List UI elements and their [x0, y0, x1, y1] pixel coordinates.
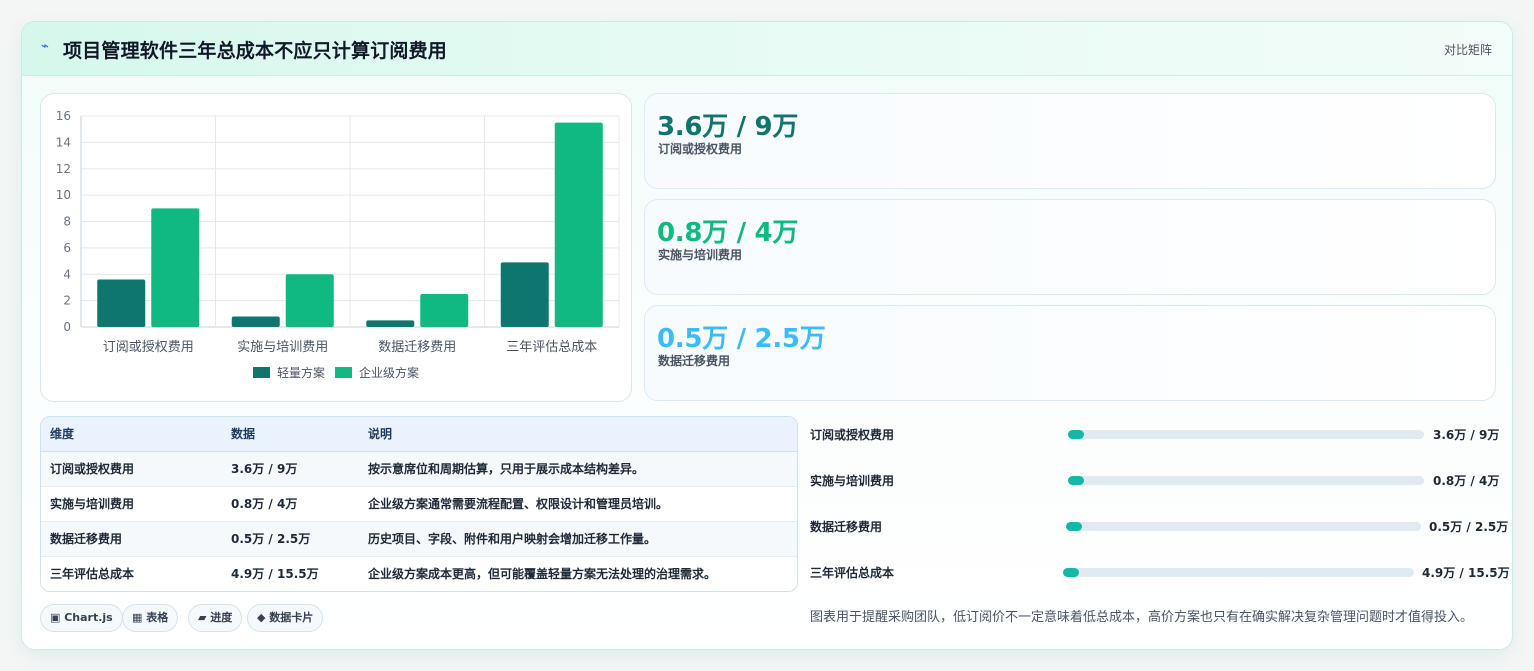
stat-card-subscription: 3.6万 / 9万 订阅或授权费用: [644, 93, 1496, 189]
stat-label: 数据迁移费用: [658, 354, 731, 368]
progress-value: 4.9万 / 15.5万: [1422, 566, 1510, 580]
table-cell: 实施与培训费用: [41, 485, 222, 521]
table-cell: 0.8万 / 4万: [222, 485, 359, 521]
page-title: 项目管理软件三年总成本不应只计算订阅费用: [63, 40, 448, 62]
column-header-description: 说明: [359, 417, 797, 452]
stat-label: 实施与培训费用: [658, 248, 743, 262]
bar-chart-panel: 0 2 4 6 8 10 12 14 16 订阅或授权费用 实施与培训费用 数据迁移费用 三年评估总成本…: [40, 93, 632, 402]
table-cell: 3.6万 / 9万: [231, 462, 298, 476]
table-row: 三年评估总成本 4.9万 / 15.5万 企业级方案成本更高，但可能覆盖轻量方案…: [41, 555, 797, 591]
progress-label: 实施与培训费用: [810, 474, 895, 488]
legend-swatch: [253, 367, 270, 378]
bar-chart: 0 2 4 6 8 10 12 14 16 订阅或授权费用 实施与培训费用 数据迁移费用 三年评估总成本…: [56, 109, 620, 380]
stat-label: 订阅或授权费用: [658, 142, 743, 156]
y-tick-label: 16: [56, 109, 71, 123]
legend-swatch: [335, 367, 352, 378]
chip-chartjs[interactable]: ▣ Chart.js: [40, 604, 123, 632]
stat-value: 0.8万 / 4万: [657, 218, 799, 248]
y-tick-label: 8: [63, 215, 71, 229]
progress-value: 0.8万 / 4万: [1433, 474, 1500, 488]
bar-light: [366, 320, 415, 327]
table-row: 实施与培训费用 0.8万 / 4万 企业级方案通常需要流程配置、权限设计和管理员…: [41, 485, 797, 521]
y-tick-label: 6: [63, 241, 71, 255]
bolt-icon: ⌁: [41, 39, 49, 54]
legend-label: 企业级方案: [359, 365, 419, 380]
stat-card-implementation: 0.8万 / 4万 实施与培训费用: [644, 199, 1496, 295]
progress-fill: [1068, 476, 1084, 485]
table-cell: 数据迁移费用: [41, 520, 222, 556]
chip-data-cards[interactable]: ◆ 数据卡片: [247, 604, 324, 632]
progress-fill: [1066, 522, 1082, 531]
comparison-matrix-link[interactable]: 对比矩阵: [1444, 41, 1492, 58]
y-tick-label: 2: [63, 294, 71, 308]
stat-card-migration: 0.5万 / 2.5万 数据迁移费用: [644, 305, 1496, 401]
bar-enterprise: [554, 122, 603, 327]
x-tick-label: 实施与培训费用: [237, 339, 328, 355]
progress-fill: [1068, 430, 1084, 439]
progress-track: [1063, 568, 1414, 577]
progress-label: 三年评估总成本: [810, 566, 895, 580]
progress-track: [1066, 522, 1421, 531]
table-cell: 4.9万 / 15.5万: [222, 555, 359, 591]
progress-value: 3.6万 / 9万: [1433, 428, 1500, 442]
main-card: ⌁ 项目管理软件三年总成本不应只计算订阅费用 对比矩阵 0 2 4 6 8 10 12 14 1…: [21, 21, 1513, 650]
table-cell: 历史项目、字段、附件和用户映射会增加迁移工作量。: [359, 520, 797, 556]
table-cell: 订阅或授权费用: [50, 462, 135, 476]
chip-progress[interactable]: ▰ 进度: [188, 604, 243, 632]
table-header-row: 维度 数据 说明: [41, 417, 797, 452]
x-tick-label: 三年评估总成本: [506, 340, 597, 355]
table-cell: 企业级方案成本更高，但可能覆盖轻量方案无法处理的治理需求。: [359, 555, 797, 591]
table-cell: 0.5万 / 2.5万: [222, 520, 359, 556]
chip-table[interactable]: ▦ 表格: [122, 604, 179, 632]
bar-light: [97, 279, 146, 327]
y-tick-label: 10: [56, 188, 71, 202]
bar-enterprise: [151, 208, 200, 327]
comparison-table: 维度 数据 说明 订阅或授权费用 3.6万 / 9万 按示意席位和周期估算，只用…: [40, 416, 798, 592]
table-row: 订阅或授权费用 3.6万 / 9万 按示意席位和周期估算，只用于展示成本结构差异…: [41, 451, 797, 486]
progress-row-total: 三年评估总成本 4.9万 / 15.5万: [810, 562, 1510, 582]
bar-light: [500, 262, 549, 327]
x-tick-label: 数据迁移费用: [378, 340, 456, 355]
x-tick-label: 订阅或授权费用: [103, 339, 194, 355]
y-tick-label: 12: [56, 162, 71, 176]
column-header-data: 数据: [222, 417, 359, 452]
table-row: 数据迁移费用 0.5万 / 2.5万 历史项目、字段、附件和用户映射会增加迁移工…: [41, 520, 797, 556]
legend-label: 轻量方案: [277, 365, 325, 380]
progress-row-implementation: 实施与培训费用 0.8万 / 4万: [810, 470, 1500, 490]
progress-fill: [1063, 568, 1079, 577]
stat-value: 3.6万 / 9万: [657, 112, 799, 142]
progress-row-migration: 数据迁移费用 0.5万 / 2.5万: [810, 516, 1508, 536]
y-tick-label: 0: [63, 320, 71, 334]
table-cell: 三年评估总成本: [41, 555, 222, 591]
footnote: 图表用于提醒采购团队，低订阅价不一定意味着低总成本，高价方案也只有在确实解决复杂…: [810, 610, 1474, 625]
bar-enterprise: [420, 294, 469, 327]
y-tick-label: 14: [56, 135, 71, 149]
y-tick-label: 4: [63, 267, 71, 281]
progress-track: [1068, 430, 1424, 439]
progress-label: 数据迁移费用: [810, 520, 883, 534]
stat-value: 0.5万 / 2.5万: [657, 324, 826, 354]
progress-track: [1068, 476, 1424, 485]
table-cell: 企业级方案通常需要流程配置、权限设计和管理员培训。: [359, 485, 797, 521]
bar-light: [231, 316, 280, 327]
progress-label: 订阅或授权费用: [810, 428, 895, 442]
progress-value: 0.5万 / 2.5万: [1429, 520, 1509, 534]
column-header-dimension: 维度: [41, 417, 222, 452]
card-header: ⌁ 项目管理软件三年总成本不应只计算订阅费用 对比矩阵: [22, 22, 1512, 76]
table-cell: 按示意席位和周期估算，只用于展示成本结构差异。: [368, 462, 645, 476]
progress-row-subscription: 订阅或授权费用 3.6万 / 9万: [810, 424, 1500, 444]
bar-enterprise: [285, 274, 334, 327]
